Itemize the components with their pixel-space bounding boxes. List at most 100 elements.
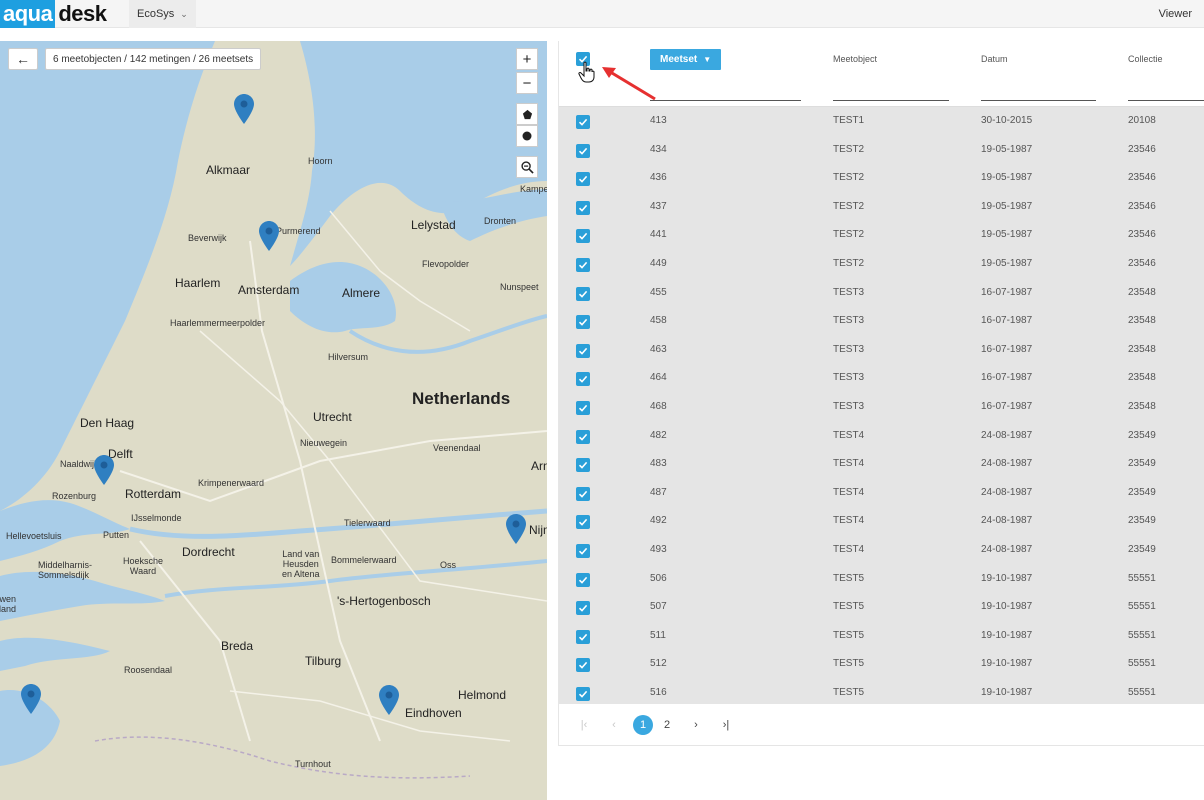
check-icon — [578, 290, 588, 298]
table-row[interactable]: 437 TEST2 19-05-1987 23546 — [559, 193, 1204, 222]
map-label-hertogenbosch: 's-Hertogenbosch — [337, 594, 431, 608]
table-row[interactable]: 455 TEST3 16-07-1987 23548 — [559, 279, 1204, 308]
row-checkbox[interactable] — [576, 429, 590, 444]
map-marker-pin[interactable] — [259, 221, 279, 251]
cell-meetset: 507 — [650, 601, 667, 613]
next-page-button[interactable]: › — [686, 715, 706, 735]
table-row[interactable]: 492 TEST4 24-08-1987 23549 — [559, 507, 1204, 536]
row-checkbox[interactable] — [576, 286, 590, 301]
map-marker-pin[interactable] — [379, 685, 399, 715]
first-page-button[interactable]: |‹ — [574, 715, 594, 735]
cell-meetset: 468 — [650, 401, 667, 412]
map-marker-pin[interactable] — [506, 514, 526, 544]
cell-collectie: 23549 — [1128, 515, 1156, 527]
back-button[interactable]: ← — [8, 48, 38, 70]
row-checkbox[interactable] — [576, 200, 590, 215]
row-checkbox[interactable] — [576, 544, 590, 558]
table-row[interactable]: 512 TEST5 19-10-1987 55551 — [559, 650, 1204, 679]
row-checkbox[interactable] — [576, 143, 590, 158]
datum-filter-input[interactable] — [981, 100, 1096, 101]
table-row[interactable]: 482 TEST4 24-08-1987 23549 — [559, 422, 1204, 451]
module-selector[interactable]: EcoSys ⌄ — [129, 0, 196, 28]
draw-circle-button[interactable] — [516, 125, 538, 147]
meetset-dropdown-button[interactable]: Meetset ▼ — [650, 49, 722, 70]
map-label-alkmaar: Alkmaar — [206, 163, 251, 177]
table-row[interactable]: 458 TEST3 16-07-1987 23548 — [559, 307, 1204, 336]
table-row[interactable]: 441 TEST2 19-05-1987 23546 — [559, 221, 1204, 250]
collectie-filter-input[interactable] — [1128, 100, 1204, 101]
map-marker-pin[interactable] — [21, 684, 41, 714]
row-checkbox[interactable] — [576, 687, 590, 701]
row-checkbox[interactable] — [576, 315, 590, 330]
cell-meetobject: TEST3 — [833, 372, 865, 384]
cell-meetset: 458 — [650, 315, 667, 327]
zoom-extent-button[interactable] — [516, 156, 538, 178]
meetobject-filter-input[interactable] — [833, 100, 949, 101]
table-row[interactable]: 463 TEST3 16-07-1987 23548 — [559, 336, 1204, 365]
cell-meetobject: TEST2 — [833, 229, 865, 241]
draw-polygon-button[interactable] — [516, 103, 538, 125]
cell-meetset: 441 — [650, 229, 667, 241]
row-checkbox[interactable] — [576, 486, 590, 501]
user-role[interactable]: Viewer — [1159, 0, 1192, 28]
map-label-kampen: Kampen — [520, 184, 547, 194]
cell-datum: 24-08-1987 — [981, 486, 1033, 498]
row-checkbox[interactable] — [576, 115, 590, 129]
table-row[interactable]: 511 TEST5 19-10-1987 55551 — [559, 622, 1204, 651]
page-1-button[interactable]: 1 — [633, 715, 653, 735]
table-row[interactable]: 449 TEST2 19-05-1987 23546 — [559, 250, 1204, 279]
row-checkbox[interactable] — [576, 658, 590, 673]
table-row[interactable]: 506 TEST5 19-10-1987 55551 — [559, 565, 1204, 594]
zoom-in-button[interactable]: + — [516, 48, 538, 70]
meetset-label: Meetset — [660, 54, 698, 65]
page-2-button[interactable]: 2 — [657, 715, 677, 735]
map-label-roosendaal: Roosendaal — [124, 665, 173, 675]
row-checkbox[interactable] — [576, 601, 590, 616]
row-checkbox[interactable] — [576, 572, 590, 587]
table-row[interactable]: 434 TEST2 19-05-1987 23546 — [559, 136, 1204, 165]
prev-page-button[interactable]: ‹ — [604, 715, 624, 735]
row-checkbox[interactable] — [576, 515, 590, 530]
table-row[interactable]: 487 TEST4 24-08-1987 23549 — [559, 479, 1204, 508]
map-label-bommelerwaard: Bommelerwaard — [331, 555, 397, 565]
app-logo[interactable]: aqua desk — [0, 0, 110, 28]
row-checkbox[interactable] — [576, 258, 590, 272]
table-row[interactable]: 436 TEST2 19-05-1987 23546 — [559, 164, 1204, 193]
map-label-almere: Almere — [342, 286, 381, 300]
row-checkbox[interactable] — [576, 458, 590, 473]
zoom-out-button[interactable]: − — [516, 72, 538, 94]
row-checkbox[interactable] — [576, 229, 590, 244]
map-view[interactable]: Alkmaar Hoorn Purmerend Lelystad Dronten… — [0, 41, 547, 800]
row-checkbox[interactable] — [576, 401, 590, 415]
column-header-meetobject[interactable]: Meetobject — [833, 54, 877, 64]
row-checkbox[interactable] — [576, 172, 590, 187]
check-icon — [578, 605, 588, 612]
cell-collectie: 55551 — [1128, 658, 1156, 670]
map-marker-pin[interactable] — [94, 455, 114, 485]
column-header-collectie[interactable]: Collectie — [1128, 54, 1163, 64]
map-label-netherlands: Netherlands — [412, 389, 511, 408]
row-checkbox[interactable] — [576, 629, 590, 644]
row-checkbox[interactable] — [576, 343, 590, 358]
cell-meetobject: TEST2 — [833, 200, 865, 212]
cell-datum: 19-10-1987 — [981, 687, 1033, 698]
map-label-utrecht: Utrecht — [313, 410, 352, 424]
table-row[interactable]: 464 TEST3 16-07-1987 23548 — [559, 364, 1204, 393]
meetset-filter-input[interactable] — [650, 100, 801, 101]
map-marker-pin[interactable] — [234, 94, 254, 124]
cell-meetobject: TEST3 — [833, 315, 865, 327]
table-row[interactable]: 413 TEST1 30-10-2015 20108 — [559, 107, 1204, 136]
cell-datum: 19-05-1987 — [981, 200, 1033, 212]
table-row[interactable]: 507 TEST5 19-10-1987 55551 — [559, 593, 1204, 622]
map-label-purmerend: Purmerend — [276, 226, 321, 236]
check-icon — [578, 319, 588, 326]
table-row[interactable]: 468 TEST3 16-07-1987 23548 — [559, 393, 1204, 422]
map-label-ijsselmonde: IJsselmonde — [131, 513, 182, 523]
cell-meetset: 464 — [650, 372, 667, 384]
last-page-button[interactable]: ›| — [716, 715, 736, 735]
column-header-datum[interactable]: Datum — [981, 54, 1008, 64]
table-row[interactable]: 493 TEST4 24-08-1987 23549 — [559, 536, 1204, 565]
table-row[interactable]: 483 TEST4 24-08-1987 23549 — [559, 450, 1204, 479]
cell-collectie: 23546 — [1128, 258, 1156, 269]
row-checkbox[interactable] — [576, 372, 590, 387]
